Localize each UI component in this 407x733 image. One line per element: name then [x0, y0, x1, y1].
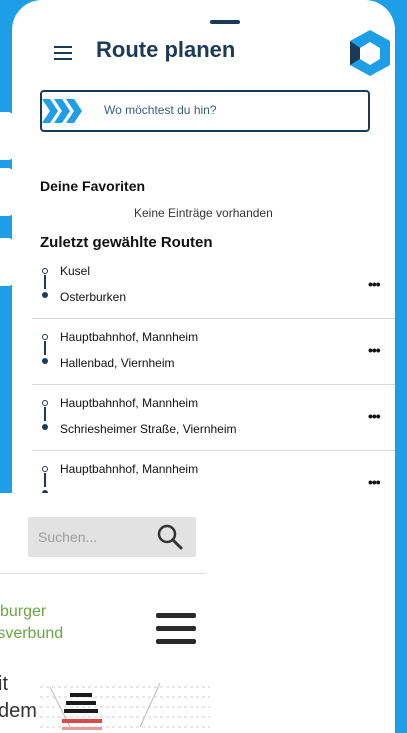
brand-name-line2: rsverbund: [0, 625, 64, 642]
site-text: it: [0, 673, 8, 695]
route-line-icon: [40, 334, 50, 368]
brand-name-line1: sburger: [0, 603, 47, 620]
hamburger-menu-icon[interactable]: [54, 46, 72, 60]
favorites-empty-text: Keine Einträge vorhanden: [134, 206, 273, 220]
site-search-input[interactable]: Suchen...: [28, 517, 196, 557]
route-to: Schriesheimer Straße, Viernheim: [60, 422, 237, 436]
route-from: Hauptbahnhof, Mannheim: [60, 396, 199, 410]
favorites-heading: Deine Favoriten: [40, 178, 146, 194]
hamburger-menu-icon[interactable]: [156, 613, 196, 645]
more-options-icon[interactable]: •••: [368, 474, 381, 490]
app-header: Route planen: [12, 28, 395, 78]
more-options-icon[interactable]: •••: [368, 408, 381, 424]
route-item[interactable]: Kusel Osterburken •••: [32, 254, 395, 319]
divider: [0, 573, 206, 574]
page-title: Route planen: [96, 37, 236, 62]
route-from: Kusel: [60, 264, 91, 278]
route-to: Hallenbad, Viernheim: [60, 356, 175, 370]
site-text: dem: [0, 700, 37, 722]
route-item[interactable]: Hauptbahnhof, Mannheim Schriesheimer Str…: [32, 386, 395, 451]
tracks-graphic: [40, 682, 210, 730]
destination-search-input[interactable]: Wo möchtest du hin?: [40, 90, 370, 132]
magnifier-icon[interactable]: [156, 523, 184, 551]
route-item[interactable]: Hauptbahnhof, Mannheim Hallenbad, Viernh…: [32, 320, 395, 385]
website-overlay: Suchen... sburger rsverbund it dem: [0, 493, 222, 733]
search-placeholder: Wo möchtest du hin?: [104, 103, 217, 117]
route-from: Hauptbahnhof, Mannheim: [60, 462, 199, 476]
hexagon-logo-icon: [350, 30, 390, 76]
more-options-icon[interactable]: •••: [368, 276, 381, 292]
route-to: Osterburken: [60, 290, 127, 304]
site-search-placeholder: Suchen...: [38, 529, 98, 545]
more-options-icon[interactable]: •••: [368, 342, 381, 358]
chevrons-right-icon: [42, 99, 82, 123]
route-line-icon: [40, 268, 50, 302]
drag-handle[interactable]: [210, 20, 240, 24]
route-from: Hauptbahnhof, Mannheim: [60, 330, 199, 344]
recent-routes-heading: Zuletzt gewählte Routen: [40, 234, 213, 251]
route-line-icon: [40, 400, 50, 434]
